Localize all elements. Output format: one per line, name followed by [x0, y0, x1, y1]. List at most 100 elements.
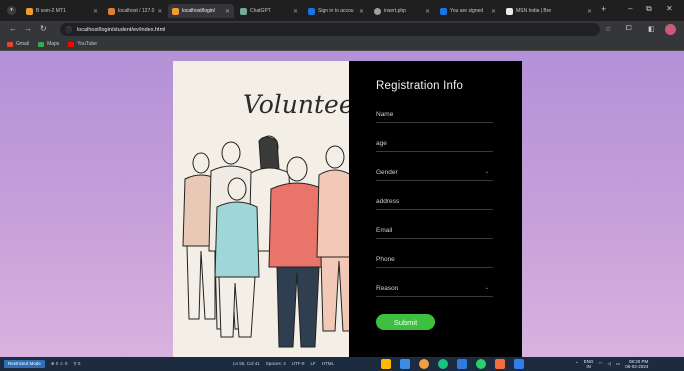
maximize-icon[interactable]: ⧉ [646, 4, 652, 14]
sidebar-icon[interactable]: ◧ [648, 25, 655, 33]
form-title: Registration Info [376, 80, 464, 92]
reason-select-value: Reason [376, 285, 399, 292]
tab-5[interactable]: insert.php ✕ [370, 4, 434, 18]
tab-favicon-icon [374, 7, 381, 15]
tab-label: localhost/login/ [182, 8, 216, 14]
tab-favicon-icon [440, 7, 447, 15]
close-icon[interactable]: ✕ [225, 8, 230, 15]
tab-label: You are signed [450, 8, 484, 14]
chevron-up-icon[interactable]: ⌃ [575, 361, 579, 367]
tab-6[interactable]: You are signed ✕ [436, 4, 500, 18]
tab-favicon-icon [506, 7, 513, 15]
gender-select[interactable]: Gender ⌄ [376, 165, 493, 181]
tab-favicon-icon [240, 7, 247, 15]
tab-label: MSN India | Bre [516, 8, 552, 14]
volunteers-illustration-svg: Volunteers [182, 90, 349, 348]
tab-strip: ▾ B ssm-2 MT1 ✕ localhost / 127.0 ✕ loca… [0, 0, 684, 21]
indentation[interactable]: Spaces: 4 [266, 361, 286, 366]
bookmark-youtube[interactable]: YouTube [68, 41, 97, 47]
bookmark-star-icon[interactable]: ☆ [605, 25, 611, 33]
bookmarks-bar: Gmail Maps YouTube [0, 38, 684, 51]
close-icon[interactable]: ✕ [587, 8, 592, 15]
taskbar-apps [381, 359, 524, 369]
clock-date: 06-02-2024 [625, 364, 649, 369]
cursor-position[interactable]: Ln 55, Col 41 [233, 361, 260, 366]
settings-icon[interactable] [400, 359, 410, 369]
forward-icon[interactable]: → [24, 24, 32, 33]
tab-7[interactable]: MSN India | Bre ✕ [502, 4, 596, 18]
address-input[interactable] [376, 194, 493, 209]
chevron-down-icon: ⌄ [484, 285, 489, 291]
close-icon[interactable]: ✕ [359, 8, 364, 15]
taskbar: Restricted Mode ⊗ 0 ⚠ 0 ⚲ 0 Ln 55, Col 4… [0, 357, 684, 371]
close-window-icon[interactable]: ✕ [666, 4, 673, 13]
chevron-down-icon: ⌄ [484, 169, 489, 175]
close-icon[interactable]: ✕ [293, 8, 298, 15]
back-icon[interactable]: ← [9, 24, 17, 33]
spotify-icon[interactable] [438, 359, 448, 369]
tab-4[interactable]: Sign in to accou ✕ [304, 4, 368, 18]
extensions-icon[interactable]: ⧠ [626, 25, 632, 33]
editor-status-right: Ln 55, Col 41 Spaces: 4 UTF-8 LF HTML [233, 361, 334, 366]
ports-indicator[interactable]: ⚲ 0 [73, 361, 80, 367]
system-tray: ⌃ ENG IN ◠ ◁ ▭ 08:20 PM 06-02-2024 [575, 359, 648, 369]
browser-toolbar: ← → ↻ ⓘ localhost/login/student/ev/index… [0, 21, 684, 38]
tab-label: B ssm-2 MT1 [36, 8, 66, 14]
clock[interactable]: 08:20 PM 06-02-2024 [625, 359, 648, 369]
tab-favicon-icon [172, 7, 179, 15]
bookmark-label: Maps [47, 41, 60, 47]
language-mode[interactable]: HTML [322, 361, 334, 366]
close-icon[interactable]: ✕ [491, 8, 496, 15]
tab-favicon-icon [108, 7, 115, 15]
close-icon[interactable]: ✕ [93, 8, 98, 15]
new-tab-icon[interactable]: + [601, 4, 606, 14]
profile-avatar[interactable] [665, 24, 676, 35]
age-field-wrapper [376, 136, 493, 152]
email-input[interactable] [376, 223, 493, 238]
volume-icon[interactable]: ◁ [607, 361, 610, 367]
battery-icon[interactable]: ▭ [616, 361, 620, 367]
restricted-mode-badge[interactable]: Restricted Mode [4, 360, 45, 368]
minimize-icon[interactable]: – [628, 4, 632, 13]
email-field-wrapper [376, 223, 493, 239]
mail-icon[interactable] [457, 359, 467, 369]
tab-label: Sign in to accou [318, 8, 354, 14]
tab-label: ChatGPT [250, 8, 271, 14]
tab-favicon-icon [26, 7, 33, 15]
tab-label: insert.php [384, 8, 406, 14]
language-indicator[interactable]: ENG IN [584, 359, 594, 369]
reason-select[interactable]: Reason ⌄ [376, 281, 493, 297]
file-explorer-icon[interactable] [381, 359, 391, 369]
registration-form-panel: Registration Info Gender ⌄ Reason ⌄ Subm… [349, 61, 522, 357]
bookmark-maps[interactable]: Maps [38, 41, 59, 47]
close-icon[interactable]: ✕ [157, 8, 162, 15]
whatsapp-icon[interactable] [476, 359, 486, 369]
tab-1[interactable]: localhost / 127.0 ✕ [104, 4, 166, 18]
close-icon[interactable]: ✕ [425, 8, 430, 15]
tab-0[interactable]: B ssm-2 MT1 ✕ [22, 4, 102, 18]
reload-icon[interactable]: ↻ [40, 24, 47, 33]
gender-select-value: Gender [376, 169, 398, 176]
vscode-icon[interactable] [514, 359, 524, 369]
xampp-icon[interactable] [495, 359, 505, 369]
volunteers-illustration: Volunteers [173, 61, 349, 357]
age-input[interactable] [376, 136, 493, 151]
address-bar[interactable]: ⓘ localhost/login/student/ev/index.html [60, 23, 600, 36]
name-input[interactable] [376, 107, 493, 122]
encoding[interactable]: UTF-8 [292, 361, 305, 366]
wifi-icon[interactable]: ◠ [599, 361, 603, 367]
submit-button[interactable]: Submit [376, 314, 435, 330]
gmail-icon [7, 41, 13, 47]
page-viewport: Volunteers [0, 51, 684, 357]
tab-search-icon[interactable]: ▾ [7, 6, 16, 15]
region-code: IN [586, 364, 591, 369]
tab-2[interactable]: localhost/login/ ✕ [168, 4, 234, 18]
problems-indicator[interactable]: ⊗ 0 ⚠ 0 [51, 361, 68, 367]
bookmark-gmail[interactable]: Gmail [7, 41, 29, 47]
line-ending[interactable]: LF [311, 361, 316, 366]
tab-3[interactable]: ChatGPT ✕ [236, 4, 302, 18]
illustration-title: Volunteers [243, 90, 349, 119]
phone-input[interactable] [376, 252, 493, 267]
site-info-icon[interactable]: ⓘ [66, 25, 72, 34]
chrome-icon[interactable] [419, 359, 429, 369]
